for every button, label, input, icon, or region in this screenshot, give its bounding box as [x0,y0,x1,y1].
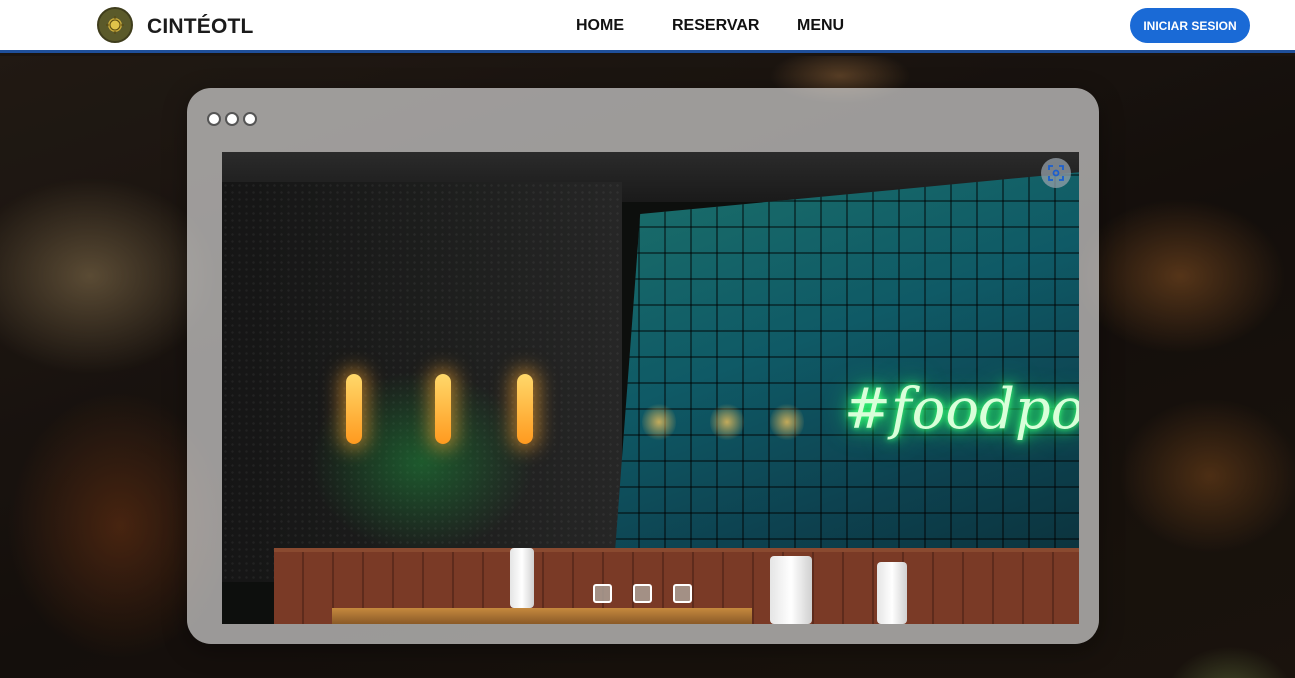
nav-link-reservar[interactable]: RESERVAR [672,17,759,35]
wall-lamp [435,374,451,444]
nav-link-menu[interactable]: MENU [797,17,844,35]
window-dot [225,112,239,126]
carousel-indicator-1[interactable] [593,584,612,603]
lamp-reflection [770,402,804,442]
fullscreen-icon [1048,165,1064,181]
paper-towel-roll [510,548,534,608]
table [332,608,752,624]
carousel-slide-image: #foodpo [222,152,1079,624]
wall-lamp [346,374,362,444]
carousel-indicators [593,584,692,603]
brand-logo-icon[interactable] [97,7,133,43]
nav-link-home[interactable]: HOME [576,17,624,35]
login-button[interactable]: INICIAR SESION [1130,8,1250,43]
carousel-indicator-3[interactable] [673,584,692,603]
lamp-reflection [710,402,744,442]
window-dot [207,112,221,126]
carousel-indicator-2[interactable] [633,584,652,603]
neon-sign: #foodpo [844,377,1079,442]
window-controls [207,112,257,126]
paper-towel-roll [877,562,907,624]
dark-wall [222,182,622,582]
wall-lamp [517,374,533,444]
paper-towel-roll [770,556,812,624]
fullscreen-button[interactable] [1041,158,1071,188]
brand-name[interactable]: CINTÉOTL [147,15,254,39]
lamp-reflection [642,402,676,442]
window-dot [243,112,257,126]
navbar: CINTÉOTL HOME RESERVAR MENU INICIAR SESI… [0,0,1295,53]
sun-emblem-icon [106,16,124,34]
